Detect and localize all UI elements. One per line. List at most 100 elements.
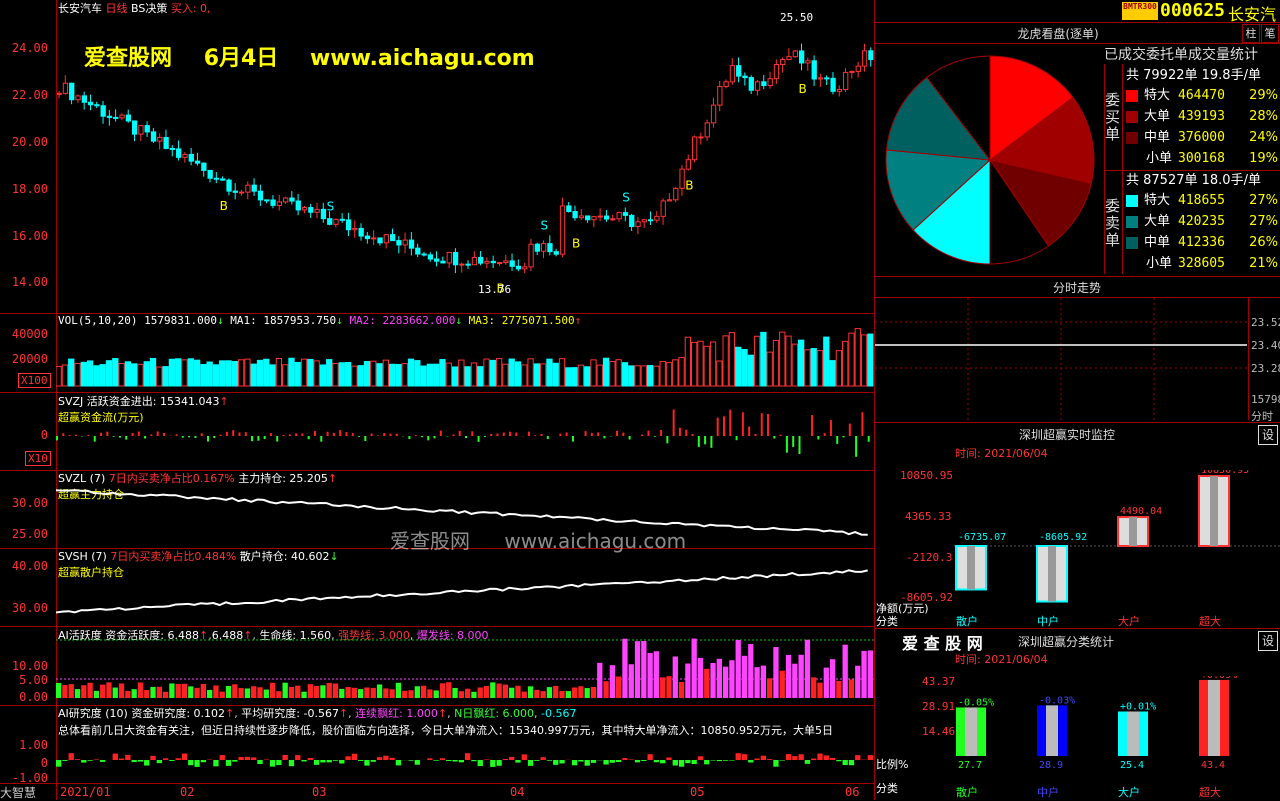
monitor-settings-button[interactable]: 设 bbox=[1258, 425, 1278, 445]
monitor-bar[interactable] bbox=[1037, 546, 1067, 602]
y-tick: 24.00 bbox=[0, 41, 48, 55]
flow-bar bbox=[427, 436, 429, 440]
active-bar bbox=[440, 683, 445, 698]
volume-bar bbox=[314, 361, 319, 386]
active-bar bbox=[597, 663, 602, 698]
classify-settings-button[interactable]: 设 bbox=[1258, 631, 1278, 651]
active-bar bbox=[402, 691, 407, 698]
flow-bar bbox=[87, 435, 89, 436]
flow-bar bbox=[830, 420, 832, 436]
flow-bar bbox=[622, 433, 624, 436]
active-bar bbox=[389, 689, 394, 698]
active-bar bbox=[736, 640, 741, 698]
flow-bar bbox=[585, 431, 587, 436]
candle-body bbox=[76, 96, 80, 100]
volume-bar bbox=[201, 365, 206, 386]
research-bar bbox=[150, 756, 155, 760]
monitor-bar[interactable] bbox=[956, 546, 986, 589]
classify-value: 43.4 bbox=[1201, 760, 1225, 771]
volume-bar bbox=[150, 358, 155, 386]
classify-bar[interactable] bbox=[1037, 705, 1067, 756]
research-bar bbox=[729, 760, 734, 761]
research-bar bbox=[490, 760, 495, 767]
volume-bar bbox=[666, 363, 671, 386]
x-tick: 03 bbox=[312, 785, 326, 799]
intraday-chart[interactable] bbox=[875, 298, 1247, 420]
research-bar bbox=[238, 757, 243, 760]
classify-xlabel: 分类 bbox=[876, 780, 898, 796]
classify-bar-chart[interactable]: -0.05%27.7散户-0.03%28.9中户+0.01%25.4大户+0.0… bbox=[954, 676, 1280, 800]
main-chart-area[interactable]: 长安汽车 日线 BS决策 买入: 0, 爱查股网 6月4日 www.aichag… bbox=[0, 0, 874, 800]
ai-research-name: AI研究度 (10) bbox=[58, 707, 128, 720]
candle-body bbox=[535, 244, 539, 251]
research-bar bbox=[660, 760, 665, 763]
candle-body bbox=[781, 59, 785, 64]
tick-mode-button[interactable]: 笔 bbox=[1261, 24, 1279, 43]
research-bar bbox=[100, 760, 105, 762]
candle-body bbox=[460, 264, 464, 265]
classify-bar[interactable] bbox=[956, 707, 986, 756]
flow-bar bbox=[761, 413, 763, 436]
active-bar bbox=[868, 650, 873, 698]
x-tick: 06 bbox=[845, 785, 859, 799]
svsh-y-tick: 30.00 bbox=[0, 601, 48, 615]
monitor-bar-value: 10850.95 bbox=[1201, 470, 1249, 476]
volume-bar bbox=[308, 359, 313, 386]
active-bar bbox=[100, 685, 105, 698]
volume-bar bbox=[232, 361, 237, 386]
research-bar bbox=[761, 756, 766, 760]
ai-y-tick: 0.00 bbox=[0, 690, 48, 704]
ai-research-legend: AI研究度 (10) 资金研究度: 0.102↑, 平均研究度: -0.567↑… bbox=[58, 705, 576, 721]
monitor-bar[interactable] bbox=[1199, 476, 1229, 546]
classify-bar[interactable] bbox=[1199, 680, 1229, 756]
classify-title: 深圳超赢分类统计 bbox=[1018, 633, 1114, 650]
intraday-title: 分时走势 bbox=[874, 279, 1280, 296]
candle-body bbox=[825, 78, 829, 79]
active-bar bbox=[194, 688, 199, 698]
classify-change: -0.03% bbox=[1039, 695, 1075, 706]
candle-body bbox=[296, 201, 300, 210]
sell-row: 中单41233626% bbox=[1126, 233, 1278, 253]
volume-bar bbox=[748, 355, 753, 386]
volume-bar bbox=[427, 364, 432, 386]
research-bar bbox=[56, 760, 61, 767]
sell-swatch bbox=[1126, 216, 1138, 228]
volume-bar bbox=[717, 361, 722, 386]
active-bar bbox=[754, 667, 759, 698]
candle-body bbox=[862, 51, 866, 66]
buy-name: 大单 bbox=[1144, 109, 1170, 124]
candle-body bbox=[290, 198, 294, 201]
candle-body bbox=[743, 76, 747, 78]
active-bar bbox=[534, 690, 539, 698]
volume-bar bbox=[113, 359, 118, 386]
active-bar bbox=[226, 686, 231, 698]
candle-body bbox=[554, 252, 558, 255]
flow-bar bbox=[270, 433, 272, 436]
volume-bar bbox=[773, 340, 778, 386]
sell-name: 小单 bbox=[1146, 256, 1172, 271]
candle-body bbox=[573, 212, 577, 218]
active-bar bbox=[559, 691, 564, 698]
flow-bar bbox=[238, 432, 240, 436]
sell-value: 412336 bbox=[1178, 233, 1225, 253]
candle-body bbox=[755, 82, 759, 90]
active-bar bbox=[213, 685, 218, 698]
bar-mode-button[interactable]: 柱 bbox=[1242, 24, 1260, 43]
monitor-bar[interactable] bbox=[1118, 517, 1148, 546]
volume-bar bbox=[534, 364, 539, 386]
monitor-time: 时间: 2021/06/04 bbox=[955, 445, 1048, 461]
monitor-bar-chart[interactable]: -6735.07散户-8605.92中户4490.04大户10850.95超大 bbox=[954, 470, 1280, 628]
candlestick-chart[interactable]: BSBSBSBB bbox=[56, 10, 874, 310]
candle-body bbox=[416, 248, 420, 254]
flow-bar bbox=[817, 436, 819, 439]
research-bar bbox=[415, 760, 420, 765]
classify-bar[interactable] bbox=[1118, 711, 1148, 756]
svsh-y-tick: 40.00 bbox=[0, 559, 48, 573]
candle-body bbox=[529, 244, 533, 267]
volume-bar bbox=[767, 352, 772, 386]
dragon-pie-chart[interactable] bbox=[880, 50, 1100, 270]
research-bar bbox=[591, 760, 596, 763]
candle-body bbox=[567, 206, 571, 212]
candle-body bbox=[107, 116, 111, 117]
research-bar bbox=[836, 760, 841, 761]
